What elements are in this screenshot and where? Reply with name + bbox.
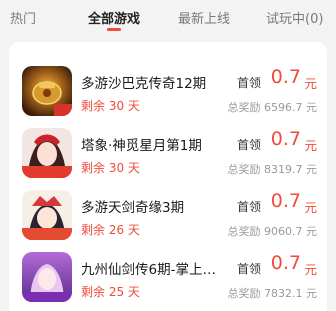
days-remaining: 剩余 26 天 bbox=[81, 223, 140, 237]
category-tabs: 热门 全部游戏 最新上线 试玩中(0) bbox=[0, 0, 336, 38]
first-reward-label: 首领 bbox=[236, 262, 261, 276]
tab-new-launch[interactable]: 最新上线 bbox=[178, 8, 230, 27]
game-name: 多游沙巴克传奇12期 bbox=[81, 76, 207, 92]
first-reward-amount: 0.7 bbox=[270, 128, 301, 150]
tab-hot[interactable]: 热门 bbox=[10, 8, 36, 27]
first-reward-amount: 0.7 bbox=[270, 252, 301, 274]
tab-trying[interactable]: 试玩中(0) bbox=[266, 8, 323, 27]
game-row[interactable]: 塔象·神觅星月第1期 剩余 30 天 首领 0.7 元 总奖励 8319.7 元 bbox=[9, 128, 327, 190]
game-name: 塔象·神觅星月第1期 bbox=[81, 138, 202, 154]
game-row[interactable]: 多游天剑奇缘3期 剩余 26 天 首领 0.7 元 总奖励 9060.7 元 bbox=[9, 190, 327, 252]
tab-all-games[interactable]: 全部游戏 bbox=[88, 8, 140, 27]
active-tab-indicator bbox=[107, 28, 121, 31]
total-reward: 总奖励 7832.1 元 bbox=[227, 287, 317, 300]
first-reward-amount: 0.7 bbox=[270, 66, 301, 88]
shenmi-xingyue-icon bbox=[22, 128, 72, 178]
sabak-legend-icon bbox=[22, 66, 72, 116]
game-row[interactable]: 多游沙巴克传奇12期 剩余 30 天 首领 0.7 元 总奖励 6596.7 元 bbox=[9, 66, 327, 128]
days-remaining: 剩余 25 天 bbox=[81, 285, 140, 299]
first-reward-unit: 元 bbox=[304, 138, 317, 153]
game-row[interactable]: 九州仙剑传6期-掌上… 剩余 25 天 首领 0.7 元 总奖励 7832.1 … bbox=[9, 252, 327, 311]
total-reward: 总奖励 9060.7 元 bbox=[227, 225, 317, 238]
total-reward: 总奖励 8319.7 元 bbox=[227, 163, 317, 176]
first-reward-unit: 元 bbox=[304, 262, 317, 277]
jiuzhou-xianjian-icon bbox=[22, 252, 72, 302]
first-reward-unit: 元 bbox=[304, 76, 317, 91]
game-name: 九州仙剑传6期-掌上… bbox=[81, 262, 216, 278]
game-name: 多游天剑奇缘3期 bbox=[81, 200, 185, 216]
first-reward-amount: 0.7 bbox=[270, 190, 301, 212]
first-reward-label: 首领 bbox=[236, 200, 261, 214]
first-reward-unit: 元 bbox=[304, 200, 317, 215]
first-reward-label: 首领 bbox=[236, 76, 261, 90]
total-reward: 总奖励 6596.7 元 bbox=[227, 101, 317, 114]
first-reward-label: 首领 bbox=[236, 138, 261, 152]
days-remaining: 剩余 30 天 bbox=[81, 161, 140, 175]
tianjian-qiyuan-icon bbox=[22, 190, 72, 240]
game-list: 多游沙巴克传奇12期 剩余 30 天 首领 0.7 元 总奖励 6596.7 元… bbox=[9, 42, 327, 311]
days-remaining: 剩余 30 天 bbox=[81, 99, 140, 113]
